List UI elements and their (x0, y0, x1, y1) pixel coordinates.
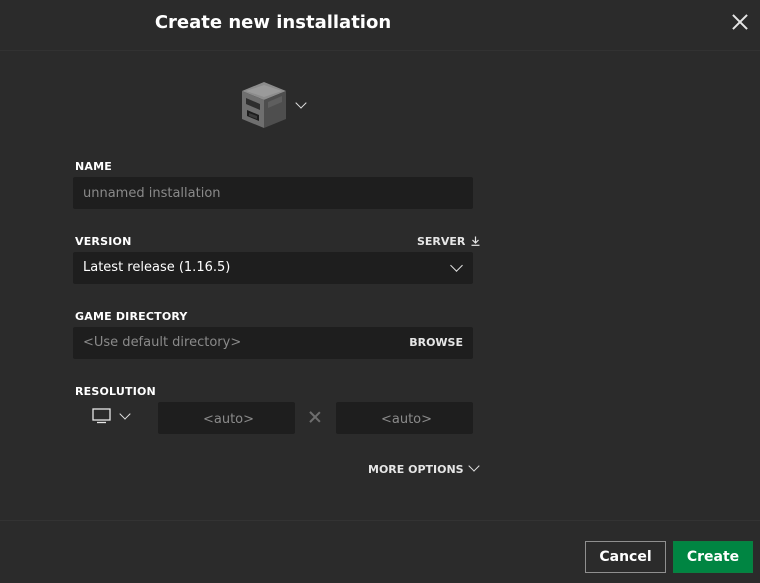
installation-icon-picker[interactable] (240, 82, 310, 128)
version-select[interactable]: Latest release (1.16.5) (73, 252, 473, 284)
game-directory-label: GAME DIRECTORY (75, 310, 188, 323)
resolution-height-input[interactable] (336, 402, 477, 436)
close-icon[interactable] (728, 10, 752, 34)
resolution-width-field[interactable] (158, 402, 299, 436)
server-download-link[interactable]: SERVER (417, 235, 480, 248)
times-icon (309, 410, 321, 424)
resolution-label: RESOLUTION (75, 385, 156, 398)
game-directory-field[interactable]: <Use default directory> BROWSE (73, 327, 473, 359)
resolution-width-input[interactable] (158, 402, 299, 436)
resolution-height-field[interactable] (336, 402, 477, 436)
dialog-title: Create new installation (154, 12, 392, 33)
chevron-down-icon (119, 408, 131, 420)
name-field[interactable] (73, 177, 473, 209)
chevron-down-icon (450, 259, 463, 272)
furnace-block-icon (242, 82, 286, 128)
browse-button[interactable]: BROWSE (409, 336, 463, 349)
server-label: SERVER (417, 235, 466, 248)
version-selected-value: Latest release (1.16.5) (83, 260, 231, 275)
chevron-down-icon (295, 97, 307, 109)
more-options-toggle[interactable]: MORE OPTIONS (368, 460, 481, 476)
resolution-preset-dropdown[interactable] (92, 408, 134, 428)
game-directory-placeholder: <Use default directory> (83, 335, 242, 350)
download-icon (471, 236, 480, 246)
name-label: NAME (75, 160, 112, 173)
more-options-label: MORE OPTIONS (368, 463, 464, 476)
version-label: VERSION (75, 235, 132, 248)
name-input[interactable] (73, 177, 473, 209)
dialog-header: Create new installation (0, 0, 760, 51)
cancel-button[interactable]: Cancel (585, 541, 666, 573)
chevron-down-icon (468, 460, 481, 472)
create-button[interactable]: Create (673, 541, 753, 573)
monitor-icon (92, 408, 111, 424)
